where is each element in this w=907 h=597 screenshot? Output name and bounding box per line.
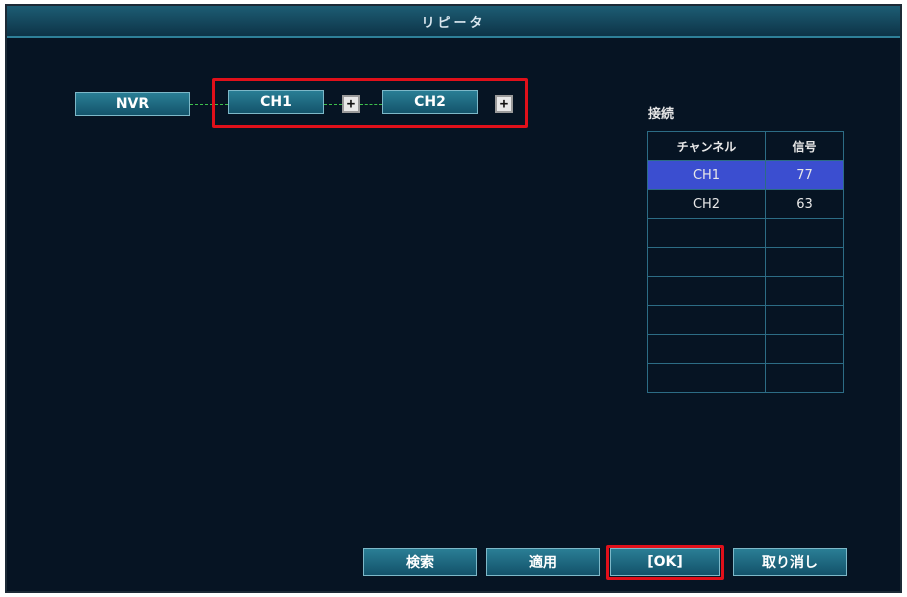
signal-cell bbox=[765, 305, 844, 335]
table-row[interactable] bbox=[647, 363, 844, 393]
column-header-signal: 信号 bbox=[765, 131, 844, 161]
search-button[interactable]: 検索 bbox=[363, 548, 477, 576]
signal-cell bbox=[765, 218, 844, 248]
channel-cell: CH2 bbox=[647, 189, 766, 219]
ok-highlight-box bbox=[606, 545, 724, 580]
signal-cell: 63 bbox=[765, 189, 844, 219]
connection-heading: 接続 bbox=[648, 107, 675, 122]
channel-cell bbox=[647, 334, 766, 364]
table-row[interactable] bbox=[647, 276, 844, 306]
table-row[interactable] bbox=[647, 218, 844, 248]
channel-cell bbox=[647, 276, 766, 306]
table-row[interactable]: CH2 63 bbox=[647, 189, 844, 219]
channel-cell bbox=[647, 247, 766, 277]
table-row[interactable] bbox=[647, 247, 844, 277]
channel-highlight-box bbox=[212, 78, 528, 128]
signal-cell bbox=[765, 363, 844, 393]
table-row[interactable]: CH1 77 bbox=[647, 160, 844, 190]
channel-cell: CH1 bbox=[647, 160, 766, 190]
signal-cell bbox=[765, 276, 844, 306]
connection-table: チャンネル 信号 CH1 77 CH2 63 bbox=[647, 131, 844, 393]
table-row[interactable] bbox=[647, 305, 844, 335]
channel-cell bbox=[647, 305, 766, 335]
nvr-node-button[interactable]: NVR bbox=[75, 92, 190, 116]
cancel-button[interactable]: 取り消し bbox=[733, 548, 847, 576]
channel-cell bbox=[647, 218, 766, 248]
signal-cell: 77 bbox=[765, 160, 844, 190]
column-header-channel: チャンネル bbox=[647, 131, 766, 161]
window-title: リピータ bbox=[7, 6, 900, 38]
signal-cell bbox=[765, 247, 844, 277]
apply-button[interactable]: 適用 bbox=[486, 548, 600, 576]
table-row[interactable] bbox=[647, 334, 844, 364]
channel-cell bbox=[647, 363, 766, 393]
signal-cell bbox=[765, 334, 844, 364]
